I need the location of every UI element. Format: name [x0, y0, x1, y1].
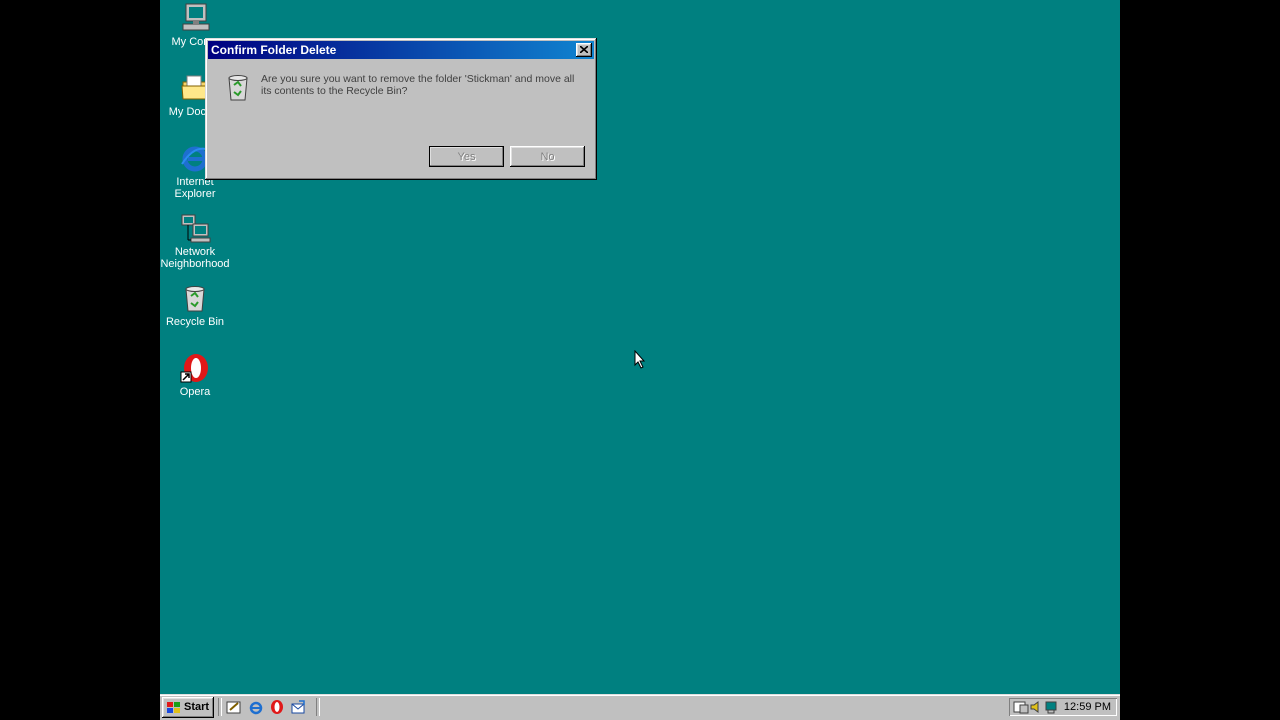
- no-button[interactable]: No: [510, 146, 585, 167]
- dialog-title: Confirm Folder Delete: [211, 43, 337, 57]
- confirm-folder-delete-dialog: Confirm Folder Delete Are you sure you w…: [205, 38, 597, 180]
- opera-icon: [271, 700, 283, 714]
- desktop-icon-recycle-bin[interactable]: Recycle Bin: [160, 282, 232, 328]
- show-desktop-icon: [226, 701, 241, 714]
- dialog-message: Are you sure you want to remove the fold…: [261, 73, 575, 97]
- desktop-icon-label: Opera: [179, 386, 211, 398]
- scheduler-icon[interactable]: [1013, 700, 1029, 714]
- windows-logo-icon: [167, 702, 180, 713]
- desktop-icon-label: Network Neighborhood: [160, 246, 230, 270]
- close-icon: [580, 46, 588, 53]
- display-icon[interactable]: [1044, 700, 1058, 714]
- start-button[interactable]: Start: [162, 697, 214, 718]
- taskbar: Start 12:59 PM: [160, 694, 1120, 720]
- desktop-icon-opera[interactable]: Opera: [160, 352, 232, 398]
- quick-launch-show-desktop[interactable]: [226, 699, 242, 715]
- dialog-icon: [222, 71, 254, 106]
- recycle-bin-icon: [228, 75, 248, 101]
- close-button[interactable]: [576, 43, 592, 57]
- taskbar-separator: [218, 698, 222, 716]
- taskbar-clock[interactable]: 12:59 PM: [1064, 701, 1111, 713]
- desktop-icon-network-neighborhood[interactable]: Network Neighborhood: [160, 212, 232, 270]
- recycle-bin-icon: [185, 286, 205, 312]
- outlook-express-icon: [291, 700, 305, 714]
- quick-launch-opera[interactable]: [269, 699, 285, 715]
- my-computer-icon: [182, 3, 210, 31]
- opera-icon: [180, 354, 208, 383]
- quick-launch-outlook-express[interactable]: [290, 699, 306, 715]
- volume-icon[interactable]: [1029, 700, 1043, 714]
- system-tray: 12:59 PM: [1009, 698, 1117, 716]
- taskbar-separator: [316, 698, 320, 716]
- yes-button[interactable]: Yes: [429, 146, 504, 167]
- quick-launch-internet-explorer[interactable]: [248, 699, 264, 715]
- desktop-icon-label: Recycle Bin: [165, 316, 225, 328]
- desktop: My Comp My Docum Internet Explorer Netwo…: [160, 0, 1120, 720]
- internet-explorer-icon: [249, 701, 263, 715]
- mouse-cursor-icon: [634, 350, 646, 369]
- start-label: Start: [184, 701, 210, 713]
- network-neighborhood-icon: [181, 214, 211, 243]
- dialog-title-bar[interactable]: Confirm Folder Delete: [208, 41, 594, 59]
